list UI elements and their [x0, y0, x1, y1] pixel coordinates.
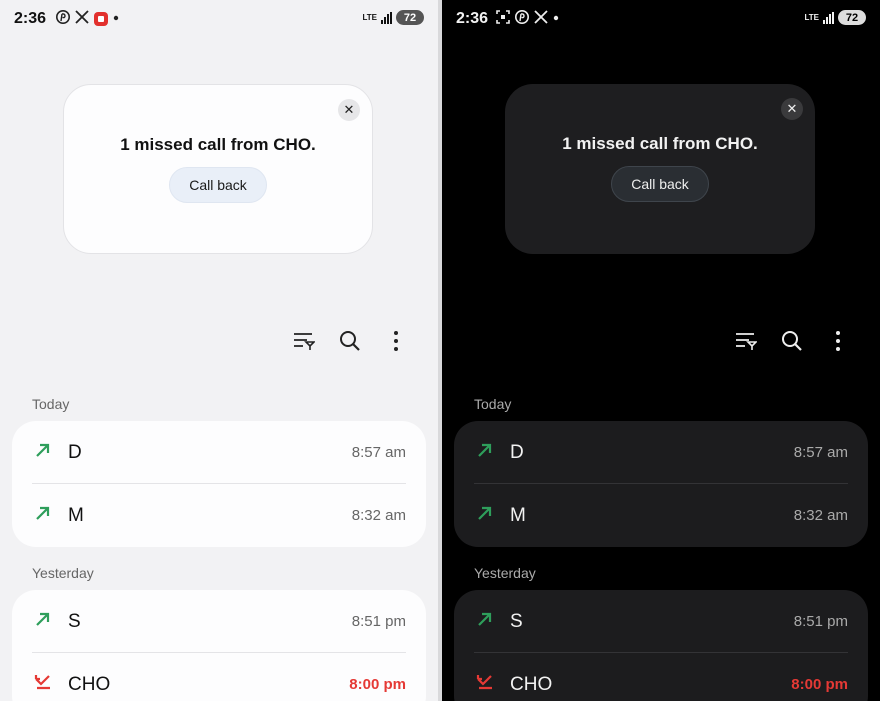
search-icon[interactable] [338, 326, 362, 356]
call-time: 8:51 pm [351, 613, 406, 630]
call-row[interactable]: M 8:32 am [454, 484, 868, 547]
caller-name: S [510, 611, 523, 632]
status-bar: 2:36 LTE 72 [0, 0, 438, 40]
lte-indicator: LTE [804, 12, 819, 22]
call-back-button[interactable]: Call back [611, 166, 709, 202]
close-icon[interactable]: ✕ [338, 99, 360, 121]
call-group-today: D 8:57 am M 8:32 am [454, 421, 868, 547]
filter-icon[interactable] [734, 326, 758, 356]
call-row[interactable]: M 8:32 am [12, 484, 426, 547]
outgoing-call-icon [478, 612, 492, 626]
call-log-toolbar [292, 326, 408, 356]
battery-indicator: 72 [838, 10, 866, 25]
outgoing-call-icon [36, 506, 50, 520]
pinterest-icon [56, 10, 70, 28]
outgoing-call-icon [36, 612, 50, 626]
call-row[interactable]: S 8:51 pm [12, 590, 426, 653]
call-row[interactable]: S 8:51 pm [454, 590, 868, 653]
missed-call-message: 1 missed call from CHO. [120, 135, 316, 154]
signal-icon [381, 11, 392, 24]
call-group-yesterday: S 8:51 pm CHO 8:00 pm [454, 590, 868, 701]
call-group-today: D 8:57 am M 8:32 am [12, 421, 426, 547]
missed-call-message: 1 missed call from CHO. [562, 134, 758, 153]
call-row[interactable]: CHO 8:00 pm [454, 653, 868, 701]
more-options-icon[interactable] [384, 326, 408, 356]
call-time: 8:51 pm [793, 613, 848, 630]
call-time: 8:57 am [793, 444, 848, 461]
close-icon[interactable]: ✕ [781, 98, 803, 120]
lte-indicator: LTE [362, 12, 377, 22]
missed-call-card: ✕ 1 missed call from CHO. Call back [505, 84, 815, 254]
caller-name: S [68, 611, 81, 632]
call-log-toolbar [734, 326, 850, 356]
x-icon [534, 10, 548, 28]
more-notifications-dot [113, 10, 119, 28]
caller-name: CHO [68, 674, 111, 695]
pinterest-icon [515, 10, 529, 28]
section-label-yesterday: Yesterday [474, 565, 536, 581]
call-time: 8:32 am [351, 507, 406, 524]
outgoing-call-icon [478, 506, 492, 520]
filter-icon[interactable] [292, 326, 316, 356]
dark-mode-screen: 2:36 LTE 72 ✕ 1 missed call from CHO. Ca… [442, 0, 880, 701]
more-options-icon[interactable] [826, 326, 850, 356]
more-notifications-dot [553, 10, 559, 28]
call-back-button[interactable]: Call back [169, 167, 267, 203]
outgoing-call-icon [36, 443, 50, 457]
status-time: 2:36 [14, 10, 47, 27]
app-notification-icon [94, 12, 108, 26]
caller-name: M [68, 505, 84, 526]
section-label-today: Today [32, 396, 70, 412]
caller-name: D [68, 442, 82, 463]
missed-call-icon [34, 675, 50, 690]
call-row[interactable]: D 8:57 am [454, 421, 868, 484]
call-group-yesterday: S 8:51 pm CHO 8:00 pm [12, 590, 426, 701]
screenshot-icon [496, 10, 510, 28]
call-time: 8:00 pm [349, 676, 406, 693]
caller-name: M [510, 505, 526, 526]
search-icon[interactable] [780, 326, 804, 356]
outgoing-call-icon [478, 443, 492, 457]
status-time: 2:36 [456, 10, 489, 27]
section-label-today: Today [474, 396, 512, 412]
caller-name: CHO [510, 674, 553, 695]
missed-call-card: ✕ 1 missed call from CHO. Call back [63, 84, 373, 254]
signal-icon [823, 11, 834, 24]
section-label-yesterday: Yesterday [32, 565, 94, 581]
call-time: 8:32 am [793, 507, 848, 524]
status-bar: 2:36 LTE 72 [442, 0, 880, 40]
call-row[interactable]: D 8:57 am [12, 421, 426, 484]
call-time: 8:57 am [351, 444, 406, 461]
light-mode-screen: 2:36 LTE 72 ✕ 1 missed call from CHO. Ca… [0, 0, 438, 701]
call-row[interactable]: CHO 8:00 pm [12, 653, 426, 701]
missed-call-icon [476, 675, 492, 690]
call-time: 8:00 pm [791, 676, 848, 693]
caller-name: D [510, 442, 524, 463]
x-icon [75, 10, 89, 28]
battery-indicator: 72 [396, 10, 424, 25]
